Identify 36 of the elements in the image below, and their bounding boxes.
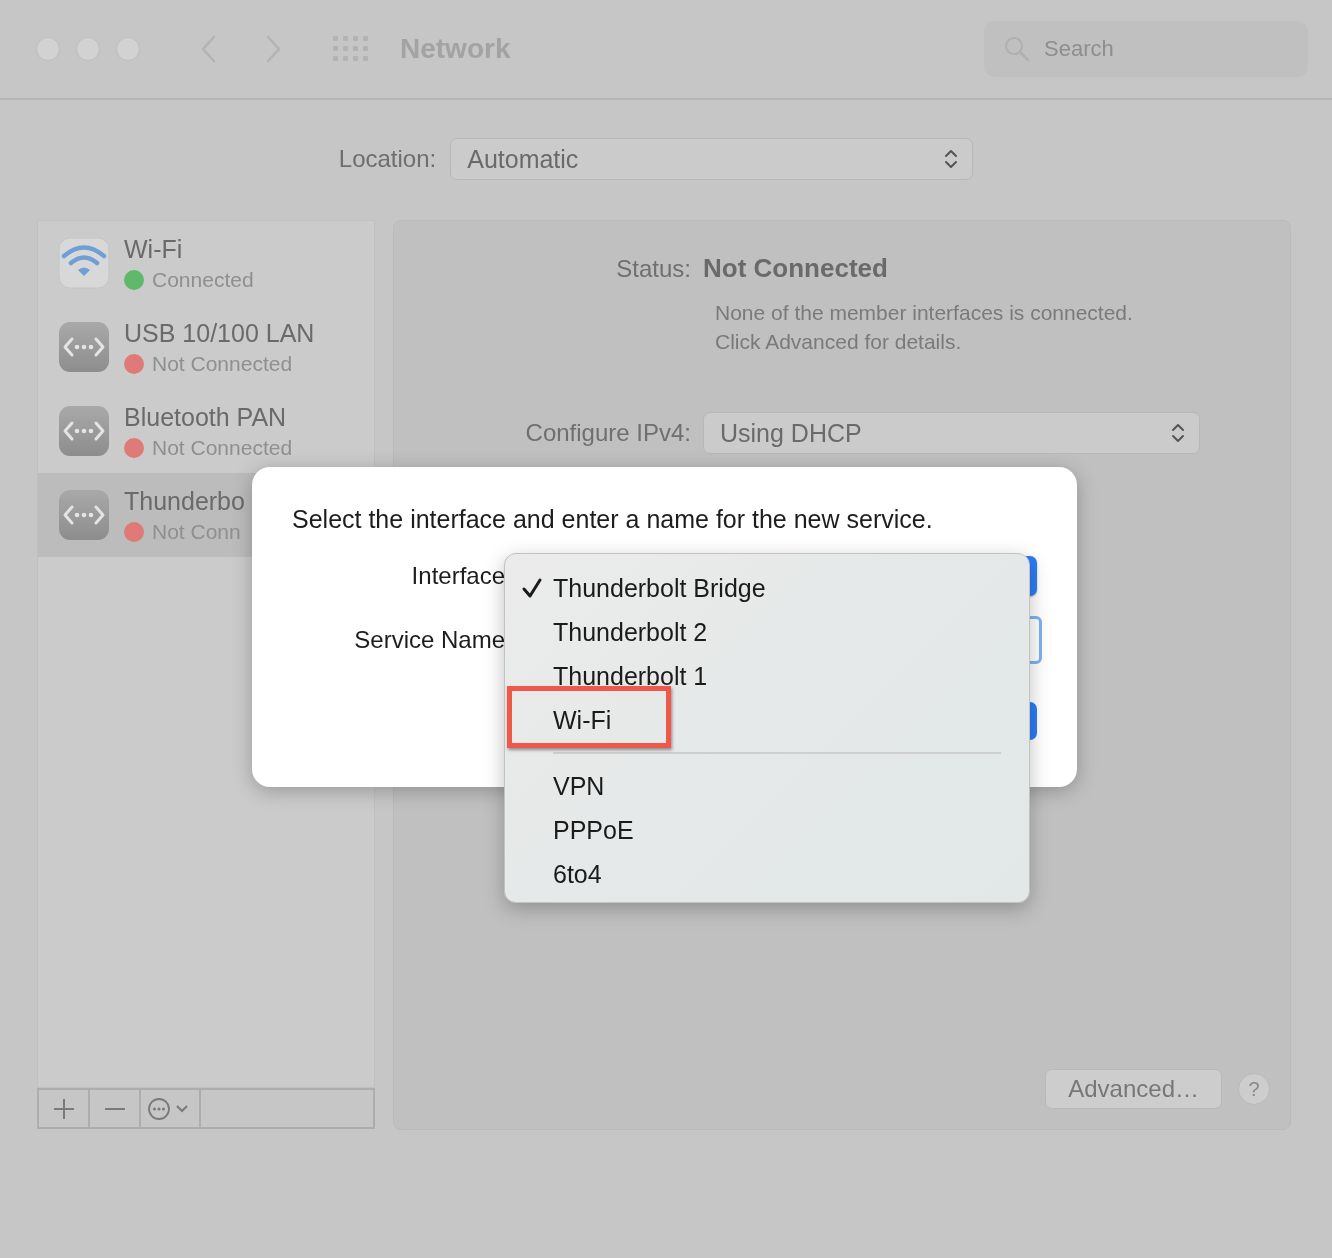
- service-item[interactable]: USB 10/100 LAN Not Connected: [38, 305, 374, 389]
- status-value: Not Connected: [703, 253, 888, 284]
- service-item[interactable]: Bluetooth PAN Not Connected: [38, 389, 374, 473]
- updown-arrows-icon: [944, 148, 959, 170]
- menu-item[interactable]: PPPoE: [553, 815, 634, 845]
- updown-arrows-icon: [1171, 422, 1185, 444]
- advanced-button[interactable]: Advanced…: [1045, 1069, 1222, 1109]
- wifi-icon: [58, 237, 110, 289]
- service-item[interactable]: Wi-Fi Connected: [38, 221, 374, 305]
- location-popup[interactable]: Automatic: [450, 138, 974, 180]
- service-name: Thunderbo: [124, 486, 245, 516]
- status-note: None of the member interfaces is connected.: [715, 300, 1134, 326]
- service-name: USB 10/100 LAN: [124, 318, 315, 348]
- service-name: Wi-Fi: [124, 234, 184, 264]
- network-port-icon: [58, 489, 110, 541]
- status-label: Status:: [615, 255, 692, 283]
- service-name-label: Service Name: [353, 626, 505, 654]
- configure-label: Configure IPv4:: [524, 419, 692, 447]
- location-label: Location:: [338, 145, 437, 173]
- configure-popup[interactable]: Using DHCP: [703, 412, 1200, 454]
- menu-item[interactable]: Thunderbolt Bridge: [553, 573, 766, 603]
- service-status: Not Connected: [152, 435, 293, 460]
- network-port-icon: [58, 321, 110, 373]
- menu-item[interactable]: 6to4: [553, 859, 602, 889]
- menu-item[interactable]: Wi-Fi: [553, 705, 612, 735]
- minus-icon: [103, 1106, 126, 1111]
- network-port-icon: [58, 405, 110, 457]
- status-note: Click Advanced for details.: [715, 329, 963, 355]
- help-button[interactable]: ?: [1238, 1073, 1270, 1105]
- menu-item[interactable]: Thunderbolt 2: [553, 617, 708, 647]
- interface-label: Interface: [410, 562, 505, 590]
- service-status: Not Connected: [152, 351, 293, 376]
- service-status: Connected: [152, 267, 254, 292]
- menu-item[interactable]: VPN: [553, 771, 605, 801]
- plus-icon: [52, 1097, 75, 1120]
- service-name: Bluetooth PAN: [124, 402, 288, 432]
